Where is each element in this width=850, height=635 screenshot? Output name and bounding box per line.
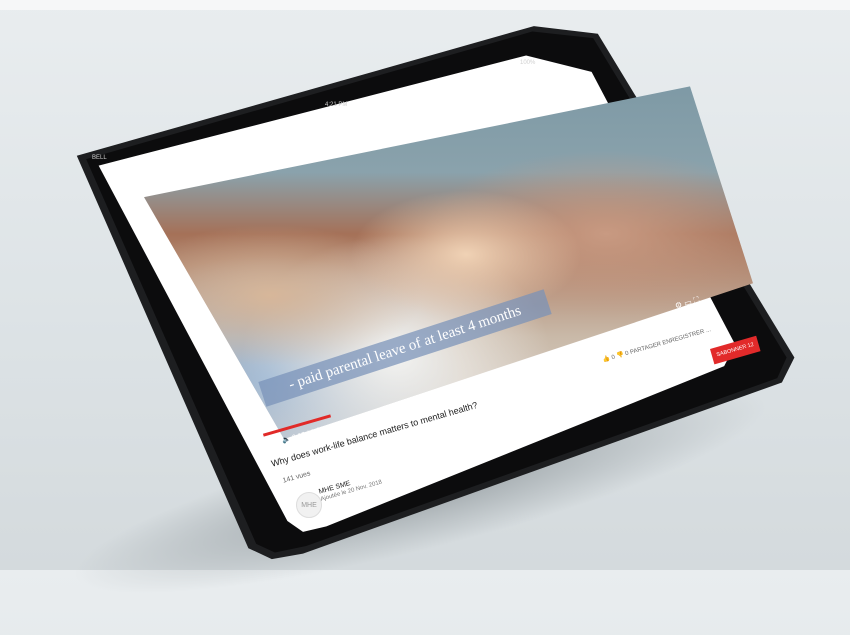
miniplayer-icon[interactable]: ▭ (683, 297, 693, 308)
avatar[interactable]: MHE (296, 492, 322, 518)
top-band (0, 0, 850, 10)
carrier-label: BELL (92, 155, 107, 161)
next-icon[interactable]: ⏭ (273, 439, 281, 447)
status-time: 4:21 PM (325, 102, 348, 108)
play-icon[interactable]: ▶ (266, 441, 273, 449)
subscribe-count: 12 (747, 341, 755, 350)
battery-label: 100% (520, 60, 536, 66)
settings-icon[interactable]: ⚙ (674, 300, 683, 311)
avatar-text: MHE (301, 501, 317, 509)
volume-icon[interactable]: 🔈 (281, 436, 291, 445)
subscribe-label: SABONNER (715, 343, 748, 359)
